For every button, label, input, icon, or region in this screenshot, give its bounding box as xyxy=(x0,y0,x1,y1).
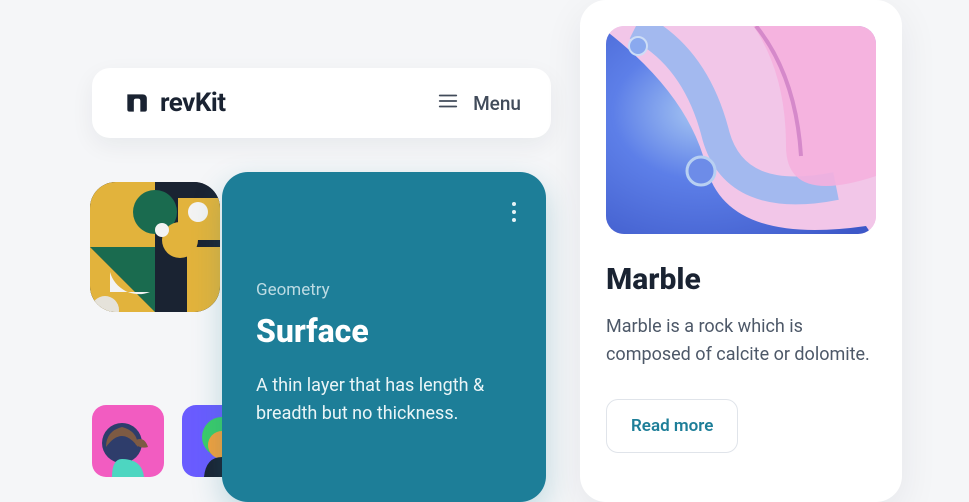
card-title: Surface xyxy=(256,312,512,350)
marble-hero-image xyxy=(606,26,876,234)
brand[interactable]: revKit xyxy=(122,88,226,118)
menu-button[interactable]: Menu xyxy=(437,90,521,116)
menu-label: Menu xyxy=(473,92,521,115)
brand-logo-icon xyxy=(122,89,150,117)
card-title: Marble xyxy=(606,262,876,297)
avatar-image[interactable] xyxy=(92,405,164,477)
surface-card[interactable]: Geometry Surface A thin layer that has l… xyxy=(222,172,546,502)
read-more-button[interactable]: Read more xyxy=(606,399,738,453)
card-category: Geometry xyxy=(256,280,512,300)
card-description: A thin layer that has length & breadth b… xyxy=(256,372,512,428)
hamburger-icon xyxy=(437,90,459,116)
abstract-tile-image xyxy=(90,182,220,312)
overflow-menu-icon[interactable] xyxy=(508,198,520,226)
card-description: Marble is a rock which is composed of ca… xyxy=(606,313,876,369)
header-bar: revKit Menu xyxy=(92,68,551,138)
brand-name: revKit xyxy=(160,88,226,118)
marble-card[interactable]: Marble Marble is a rock which is compose… xyxy=(580,0,902,502)
